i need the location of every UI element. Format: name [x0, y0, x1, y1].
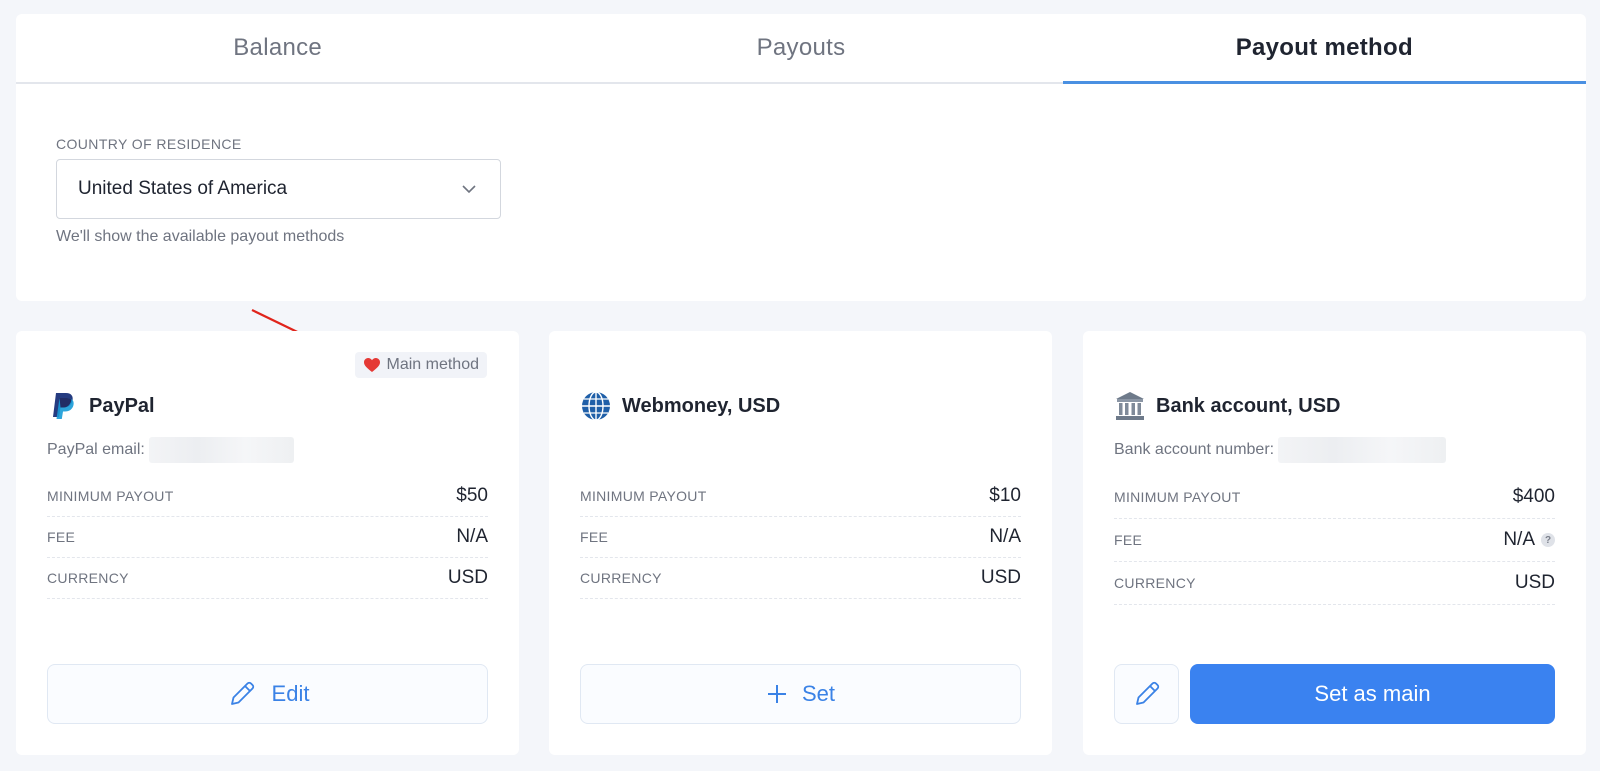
- detail-value: $400: [1512, 486, 1555, 507]
- country-value: United States of America: [78, 178, 288, 199]
- edit-button[interactable]: Edit: [47, 664, 488, 724]
- detail-row: CURRENCY USD: [47, 558, 488, 599]
- detail-label: CURRENCY: [1114, 575, 1196, 591]
- paypal-icon: [53, 393, 74, 419]
- method-name: PayPal: [89, 394, 155, 417]
- detail-value: USD: [447, 567, 488, 588]
- method-details: MINIMUM PAYOUT $50 FEE N/A CURRENCY USD: [47, 476, 488, 599]
- detail-value: N/A: [989, 526, 1021, 547]
- tab-balance[interactable]: Balance: [16, 14, 539, 82]
- payout-card-bank: Bank account, USD Bank account number: M…: [1083, 331, 1586, 755]
- detail-value: N/A ?: [1503, 529, 1555, 551]
- detail-row: CURRENCY USD: [580, 558, 1021, 599]
- main-method-badge: Main method: [354, 352, 487, 378]
- detail-label: CURRENCY: [47, 570, 129, 586]
- bank-icon: [1116, 392, 1144, 420]
- bank-account-label: Bank account number:: [1114, 441, 1275, 458]
- edit-bank-button[interactable]: [1114, 664, 1179, 724]
- plus-icon: [767, 685, 786, 703]
- detail-label: MINIMUM PAYOUT: [1114, 489, 1241, 505]
- detail-value: $10: [989, 485, 1021, 506]
- fee-value: N/A: [1503, 529, 1535, 550]
- detail-value: $50: [456, 485, 488, 506]
- payout-settings-panel: Balance Payouts Payout method COUNTRY OF…: [16, 14, 1587, 301]
- webmoney-icon: [582, 391, 610, 421]
- detail-label: MINIMUM PAYOUT: [47, 488, 174, 504]
- paypal-email: PayPal email:: [47, 437, 294, 463]
- detail-row: MINIMUM PAYOUT $400: [1114, 476, 1555, 519]
- method-details: MINIMUM PAYOUT $400 FEE N/A ? CURRENCY U…: [1114, 476, 1555, 605]
- set-button-label: Set: [801, 681, 836, 706]
- bank-account-number: Bank account number:: [1114, 437, 1447, 463]
- tab-bar: Balance Payouts Payout method: [16, 14, 1587, 84]
- redacted-account-number: [1278, 437, 1447, 463]
- pencil-icon: [230, 681, 254, 705]
- detail-row: MINIMUM PAYOUT $50: [47, 476, 488, 517]
- payout-card-webmoney: Webmoney, USD MINIMUM PAYOUT $10 FEE N/A…: [549, 331, 1052, 755]
- tab-payouts[interactable]: Payouts: [539, 14, 1062, 82]
- tab-payout-method[interactable]: Payout method: [1062, 14, 1587, 84]
- detail-row: FEE N/A: [47, 517, 488, 558]
- badge-label: Main method: [386, 356, 480, 373]
- detail-label: FEE: [47, 529, 76, 545]
- country-label: COUNTRY OF RESIDENCE: [56, 136, 242, 152]
- detail-row: FEE N/A: [580, 517, 1021, 558]
- detail-value: USD: [980, 567, 1021, 588]
- method-name: Bank account, USD: [1156, 394, 1341, 417]
- set-as-main-label: Set as main: [1314, 681, 1431, 706]
- detail-label: FEE: [580, 529, 609, 545]
- chevron-down-icon: [462, 185, 476, 194]
- detail-row: CURRENCY USD: [1114, 562, 1555, 605]
- edit-button-label: Edit: [271, 681, 310, 706]
- payout-card-paypal: Main method PayPal PayPal email: MINIMUM…: [16, 331, 519, 755]
- redacted-email: [148, 437, 294, 463]
- method-name: Webmoney, USD: [622, 394, 781, 417]
- method-details: MINIMUM PAYOUT $10 FEE N/A CURRENCY USD: [580, 476, 1021, 599]
- detail-label: CURRENCY: [580, 570, 662, 586]
- heart-icon: [363, 358, 380, 372]
- detail-label: FEE: [1114, 532, 1143, 548]
- method-header: Webmoney, USD: [580, 390, 780, 422]
- set-button[interactable]: Set: [580, 664, 1021, 724]
- detail-value: USD: [1514, 572, 1555, 593]
- pencil-icon: [1135, 681, 1159, 705]
- detail-row: MINIMUM PAYOUT $10: [580, 476, 1021, 517]
- detail-row: FEE N/A ?: [1114, 519, 1555, 562]
- set-as-main-button[interactable]: Set as main: [1190, 664, 1555, 724]
- method-header: PayPal: [47, 390, 155, 422]
- paypal-email-label: PayPal email:: [47, 441, 145, 458]
- detail-value: N/A: [456, 526, 488, 547]
- country-select[interactable]: United States of America: [56, 159, 501, 219]
- help-icon[interactable]: ?: [1541, 533, 1555, 547]
- detail-label: MINIMUM PAYOUT: [580, 488, 707, 504]
- country-hint: We'll show the available payout methods: [56, 228, 345, 245]
- method-header: Bank account, USD: [1114, 390, 1340, 422]
